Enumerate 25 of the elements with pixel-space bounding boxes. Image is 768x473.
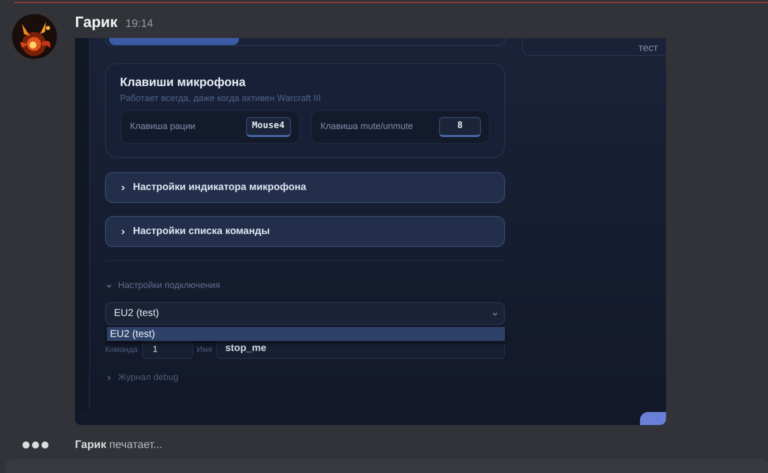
team-number-field[interactable]: 1 bbox=[142, 341, 193, 359]
chevron-right-icon bbox=[120, 184, 126, 190]
chevron-right-icon bbox=[106, 375, 112, 381]
server-select[interactable]: EU2 (test) bbox=[105, 302, 505, 325]
key-label: Клавиша mute/unmute bbox=[320, 120, 414, 134]
card-title: Клавиши микрофона bbox=[120, 75, 247, 90]
card-subtitle: Работает всегда, даже когда активен Warcraft III bbox=[120, 92, 322, 104]
name-field[interactable]: stop_me bbox=[216, 341, 505, 359]
typing-indicator: Гарик печатает... bbox=[75, 438, 162, 453]
chevron-down-icon bbox=[106, 283, 112, 289]
key-button[interactable]: 8 bbox=[439, 117, 481, 137]
username[interactable]: Гарик bbox=[75, 12, 118, 34]
card-text: тест bbox=[638, 43, 658, 55]
field-label: Команда bbox=[105, 344, 138, 356]
chevron-right-icon bbox=[120, 228, 126, 234]
timestamp: 19:14 bbox=[126, 17, 154, 32]
accordion-header[interactable]: Настройки списка команды bbox=[105, 216, 505, 247]
field-label: Имя bbox=[196, 344, 212, 356]
key-button[interactable]: Mouse4 bbox=[246, 117, 290, 137]
action-button[interactable] bbox=[640, 412, 666, 425]
accordion-header[interactable]: Настройки индикатора микрофона bbox=[105, 172, 505, 203]
chevron-down-icon bbox=[492, 310, 498, 316]
dropdown-option[interactable]: EU2 (test) bbox=[107, 327, 505, 341]
typing-dots-icon bbox=[22, 441, 49, 449]
key-label: Клавиша рации bbox=[130, 120, 196, 134]
